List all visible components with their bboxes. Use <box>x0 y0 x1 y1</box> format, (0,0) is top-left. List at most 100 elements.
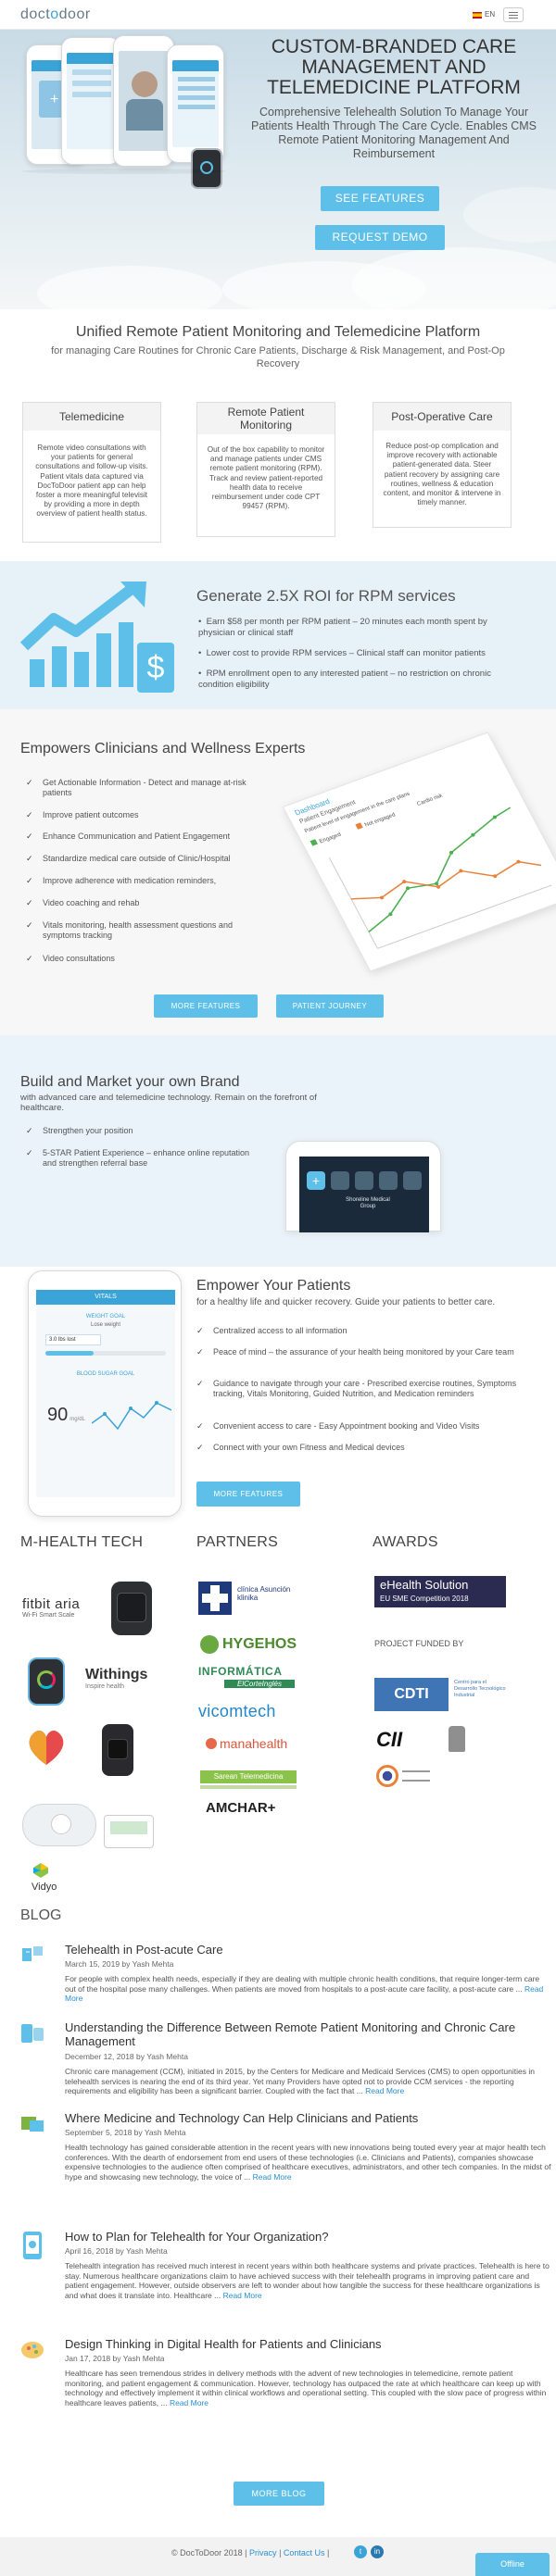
check-icon: ✓ <box>26 1148 33 1157</box>
blog-title: BLOG <box>20 1907 62 1923</box>
blog-post: Understanding the Difference Between Rem… <box>20 2020 536 2104</box>
brand-subtitle: with advanced care and telemedicine tech… <box>20 1093 317 1113</box>
post-title[interactable]: How to Plan for Telehealth for Your Orga… <box>65 2230 329 2244</box>
roi-item: • Earn $58 per month per RPM patient – 2… <box>198 617 487 638</box>
post-op-card: Post-Operative Care Reduce post-op compl… <box>373 402 512 528</box>
informatica-logo: INFORMÁTICA ElCorteInglés <box>198 1665 310 1688</box>
medicine-tech-post-icon <box>21 2117 44 2132</box>
brand-app-icon: + <box>307 1171 325 1190</box>
hygehos-mark-icon <box>200 1635 219 1654</box>
check-icon: ✓ <box>26 854 33 863</box>
amchar-logo: AMCHAR+ <box>206 1800 276 1816</box>
more-blog-button[interactable]: MORE BLOG <box>234 2482 324 2506</box>
brand-app-caption: Shoreline Medical Group <box>346 1197 390 1209</box>
devices-post-icon <box>21 2024 44 2043</box>
hero-subtitle: Comprehensive Telehealth Solution To Man… <box>250 106 537 160</box>
more-features-button[interactable]: MORE FEATURES <box>154 994 258 1018</box>
card-body: Reduce post-op complication and improve … <box>383 442 501 507</box>
menu-toggle-button[interactable] <box>503 7 524 22</box>
privacy-link[interactable]: Privacy <box>249 2548 277 2557</box>
india-emblem-icon <box>449 1726 465 1752</box>
check-icon: ✓ <box>196 1347 204 1357</box>
card-title: Remote Patient Monitoring <box>197 403 335 434</box>
patients-more-features-button[interactable]: MORE FEATURES <box>196 1482 300 1507</box>
post-title[interactable]: Telehealth in Post-acute Care <box>65 1943 223 1957</box>
check-icon: ✓ <box>26 778 33 787</box>
patient-app-phone: VITALS WEIGHT GOAL Lose weight 3.0 lbs l… <box>28 1270 182 1517</box>
check-icon: ✓ <box>196 1443 204 1452</box>
roi-title: Generate 2.5X ROI for RPM services <box>196 587 456 605</box>
post-date: March 15, 2019 by Yash Mehta <box>65 1959 174 1969</box>
check-icon: ✓ <box>26 832 33 841</box>
weight-value: 3.0 lbs lost <box>45 1334 101 1345</box>
see-features-button[interactable]: SEE FEATURES <box>321 186 439 211</box>
check-icon: ✓ <box>196 1326 204 1335</box>
unified-title: Unified Remote Patient Monitoring and Te… <box>75 324 481 340</box>
blog-post: Where Medicine and Technology Can Help C… <box>20 2111 550 2204</box>
withings-logo: Withings Inspire health <box>85 1667 148 1690</box>
language-selector[interactable]: EN <box>485 10 495 19</box>
awards-title: AWARDS <box>373 1534 438 1550</box>
thermometer-device-image <box>104 1815 154 1848</box>
roi-item: • Lower cost to provide RPM services – C… <box>198 648 486 658</box>
hero-phone-4 <box>167 44 224 163</box>
hero-phone-2 <box>61 37 120 165</box>
card-body: Remote video consultations with your pat… <box>35 444 148 519</box>
patients-title: Empower Your Patients <box>196 1278 351 1294</box>
dashboard-chart2-title: Cardio risk <box>416 793 444 807</box>
blood-sugar-chart <box>92 1401 171 1431</box>
spain-flag-icon[interactable] <box>473 12 482 19</box>
check-icon: ✓ <box>26 898 33 907</box>
post-title[interactable]: Design Thinking in Digital Health for Pa… <box>65 2337 382 2351</box>
read-more-link[interactable]: Read More <box>223 2291 262 2300</box>
design-thinking-post-icon <box>21 2342 44 2358</box>
blog-post: Telehealth in Post-acute Care March 15, … <box>20 1943 543 2017</box>
post-excerpt: Chronic care management (CCM), initiated… <box>65 2067 535 2095</box>
patients-subtitle: for a healthy life and quicker recovery.… <box>196 1297 496 1307</box>
card-title: Telemedicine <box>23 403 160 431</box>
telehealth-plan-post-icon <box>23 2232 42 2259</box>
brand-phone: + Shoreline Medical Group <box>285 1141 441 1232</box>
twitter-icon[interactable]: t <box>354 2545 367 2558</box>
apple-watch-image <box>28 1657 65 1706</box>
post-title[interactable]: Where Medicine and Technology Can Help C… <box>65 2111 418 2125</box>
sarean-bar-icon <box>200 1785 297 1789</box>
site-header: doctodoor EN <box>0 0 556 30</box>
read-more-link[interactable]: Read More <box>253 2172 292 2182</box>
medical-device-image <box>22 1804 96 1846</box>
card-title: Post-Operative Care <box>373 403 511 431</box>
project-funded-label: PROJECT FUNDED BY <box>374 1639 464 1648</box>
request-demo-button[interactable]: REQUEST DEMO <box>315 225 445 250</box>
blog-post: How to Plan for Telehealth for Your Orga… <box>20 2230 550 2322</box>
growth-chart-icon: $ <box>20 581 174 693</box>
weight-goal-label: WEIGHT GOAL <box>85 1314 126 1319</box>
card-body: Out of the box capability to monitor and… <box>207 445 325 511</box>
vicomtech-logo: vicomtech <box>198 1702 276 1720</box>
post-date: September 5, 2018 by Yash Mehta <box>65 2128 186 2137</box>
read-more-link[interactable]: Read More <box>365 2086 404 2095</box>
check-icon: ✓ <box>26 876 33 885</box>
blood-sugar-label: BLOOD SUGAR GOAL <box>76 1371 135 1377</box>
mhealth-title: M-HEALTH TECH <box>20 1534 144 1550</box>
manahealth-logo: manahealth <box>206 1735 287 1752</box>
partners-title: PARTNERS <box>196 1534 279 1550</box>
telemedicine-card: Telemedicine Remote video consultations … <box>22 402 161 543</box>
hamburger-icon <box>509 12 518 13</box>
sarean-logo: Sarean Telemedicina <box>200 1770 297 1783</box>
telehealth-post-icon <box>22 1946 43 1961</box>
fitness-band-image <box>102 1724 133 1776</box>
patient-journey-button[interactable]: PATIENT JOURNEY <box>276 994 384 1018</box>
vidyo-mark-icon <box>33 1863 48 1878</box>
unified-subtitle: for managing Care Routines for Chronic C… <box>51 345 505 369</box>
clinica-asuncion-logo: clínica Asunción klinika <box>198 1580 300 1620</box>
post-title[interactable]: Understanding the Difference Between Rem… <box>65 2020 547 2048</box>
linkedin-icon[interactable]: in <box>371 2545 384 2558</box>
doctodoor-logo[interactable]: doctodoor <box>20 6 91 23</box>
offline-chat-button[interactable]: Offline <box>475 2553 550 2576</box>
contact-us-link[interactable]: Contact Us <box>284 2548 325 2557</box>
blood-sugar-value: 90 mg/dL <box>47 1405 85 1425</box>
read-more-link[interactable]: Read More <box>170 2398 208 2407</box>
check-icon: ✓ <box>196 1379 204 1388</box>
brand-title: Build and Market your own Brand <box>20 1074 240 1090</box>
cdti-logo: CDTI Centro para el Desarrollo Tecnológi… <box>374 1678 506 1711</box>
